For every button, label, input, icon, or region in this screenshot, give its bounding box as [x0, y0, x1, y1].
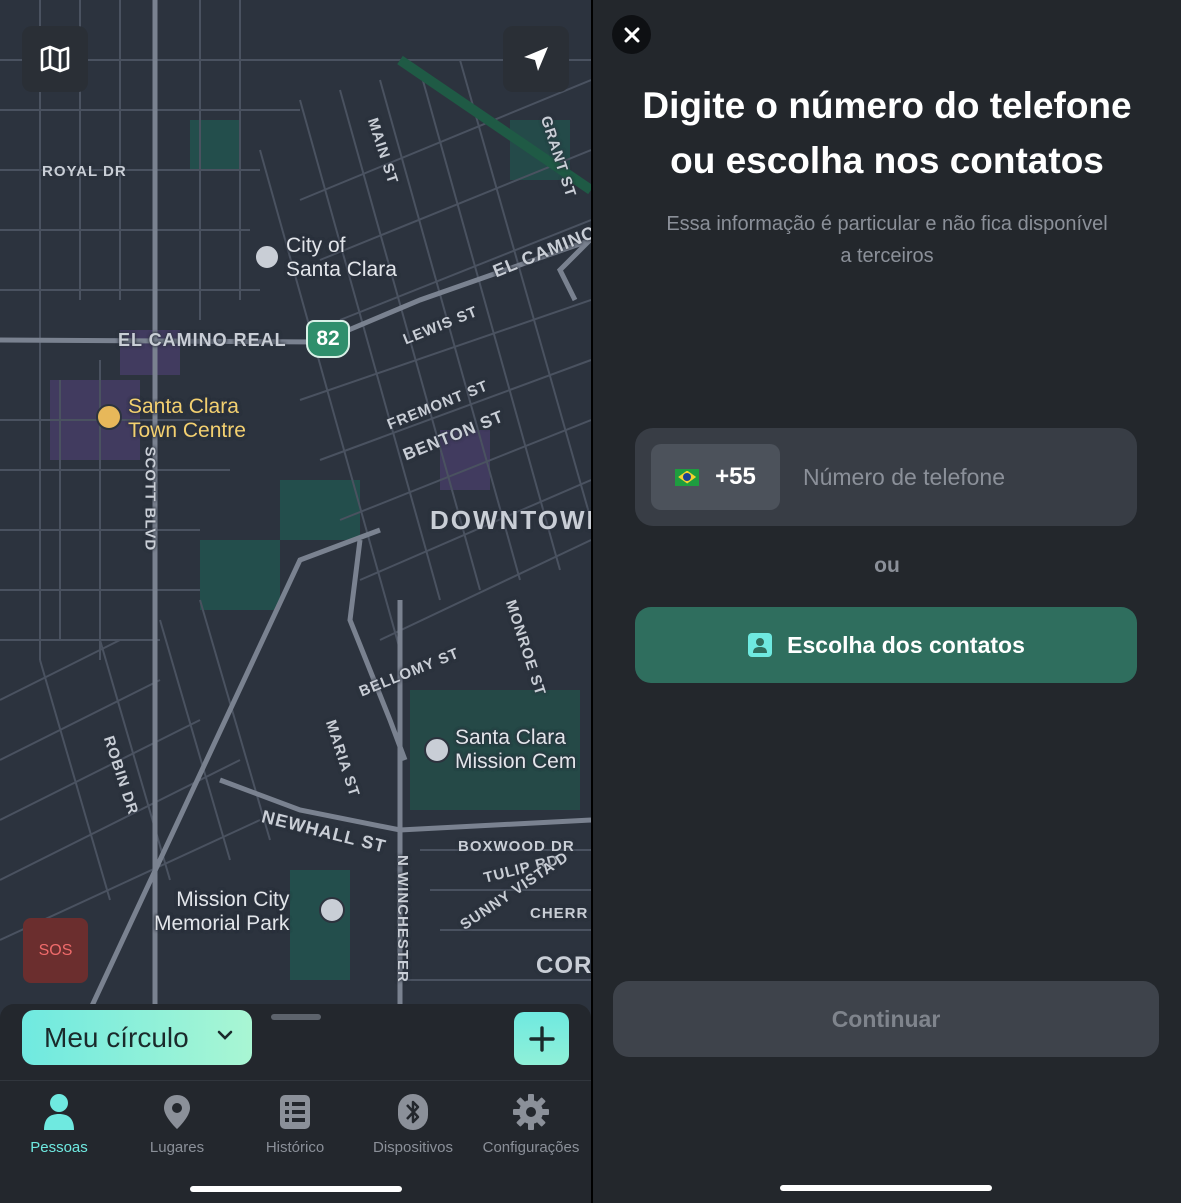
home-indicator [780, 1185, 992, 1191]
poi-santa-clara-mission-cemetery[interactable]: Santa Clara Mission Cem [455, 726, 576, 774]
tab-label: Dispositivos [372, 1139, 454, 1156]
poi-name-line: Memorial Park [154, 912, 290, 935]
sos-button[interactable]: SOS [23, 918, 88, 983]
list-icon [280, 1095, 310, 1129]
circle-selector-button[interactable]: Meu círculo [22, 1010, 252, 1065]
choose-contacts-button[interactable]: Escolha dos contatos [635, 607, 1137, 683]
add-contact-dialog: Digite o número do telefone ou escolha n… [593, 0, 1181, 1203]
dialog-title: Digite o número do telefone ou escolha n… [593, 78, 1181, 188]
contact-card-icon [748, 633, 773, 657]
my-location-button[interactable] [503, 26, 569, 92]
poi-name-line: Town Centre [128, 419, 246, 442]
highway-number: 82 [316, 327, 340, 350]
sos-label: SOS [38, 941, 73, 959]
sheet-drag-handle[interactable] [271, 1014, 321, 1020]
poi-name-line: City of [286, 234, 346, 257]
highway-shield: 82 [306, 320, 350, 358]
street-label: N WINCHESTER [394, 855, 411, 983]
plus-icon [528, 1025, 555, 1052]
dialog-subtitle-line: a terceiros [840, 245, 934, 267]
map-screen: ROYAL DR MAIN ST GRANT ST EL CAMINO LEWI… [0, 0, 591, 1203]
dialog-subtitle: Essa informação é particular e não fica … [633, 208, 1141, 272]
street-label: CHERR [530, 905, 589, 922]
poi-name-line: Santa Clara [128, 395, 239, 418]
choose-contacts-label: Escolha dos contatos [787, 631, 1025, 658]
poi-mission-city-memorial-park[interactable]: Mission City Memorial Park [154, 888, 289, 936]
tab-historico[interactable]: Histórico [236, 1091, 354, 1156]
tab-label: Lugares [149, 1139, 205, 1156]
phone-number-input[interactable] [801, 456, 1125, 498]
street-label: EL CAMINO REAL [118, 330, 287, 350]
tab-configuracoes[interactable]: Configurações [472, 1091, 590, 1156]
phone-field-container: +55 [635, 428, 1137, 526]
city-hall-icon[interactable] [254, 244, 280, 270]
street-label: DOWNTOWN [430, 505, 591, 535]
continue-label: Continuar [831, 1005, 941, 1032]
street-label: SCOTT BLVD [141, 446, 159, 552]
tab-dispositivos[interactable]: Dispositivos [354, 1091, 472, 1156]
chevron-down-icon [217, 1030, 233, 1040]
home-indicator [190, 1186, 402, 1192]
tab-label: Histórico [265, 1139, 325, 1156]
tab-label: Pessoas [30, 1139, 88, 1156]
circle-sheet: Meu círculo [0, 1004, 591, 1080]
country-code: +55 [715, 463, 756, 490]
person-icon [44, 1094, 74, 1130]
poi-santa-clara-town-centre[interactable]: Santa Clara Town Centre [128, 395, 246, 443]
dialog-title-line: Digite o número do telefone [642, 85, 1132, 126]
poi-name-line: Santa Clara [455, 726, 566, 749]
close-icon [624, 27, 639, 42]
dialog-title-line: ou escolha nos contatos [670, 140, 1104, 181]
tab-label: Configurações [482, 1139, 580, 1156]
tab-lugares[interactable]: Lugares [118, 1091, 236, 1156]
bluetooth-icon [398, 1094, 428, 1130]
dialog-subtitle-line: Essa informação é particular e não fica … [666, 213, 1108, 235]
circle-selector-label: Meu círculo [44, 1021, 189, 1053]
close-button[interactable] [612, 15, 651, 54]
brazil-flag-icon [675, 468, 700, 486]
poi-name-line: Mission City [176, 888, 290, 911]
poi-name-line: Mission Cem [455, 750, 577, 773]
cemetery-icon[interactable] [319, 897, 345, 923]
street-label: CORY [536, 952, 591, 979]
tab-bar: Pessoas Lugares Histórico Dispositivos C… [0, 1080, 591, 1203]
map-view[interactable]: ROYAL DR MAIN ST GRANT ST EL CAMINO LEWI… [0, 0, 591, 1010]
continue-button[interactable]: Continuar [613, 981, 1159, 1057]
poi-city-of-santa-clara[interactable]: City of Santa Clara [286, 234, 397, 282]
add-member-button[interactable] [514, 1012, 569, 1065]
cemetery-icon[interactable] [424, 737, 450, 763]
poi-name-line: Santa Clara [286, 258, 397, 281]
or-separator: ou [874, 554, 900, 577]
country-code-selector[interactable]: +55 [651, 444, 780, 510]
tab-pessoas[interactable]: Pessoas [0, 1091, 118, 1156]
navigation-arrow-icon [524, 47, 548, 71]
gear-icon [513, 1094, 549, 1130]
street-label: ROYAL DR [42, 163, 127, 180]
location-pin-icon [164, 1095, 190, 1129]
map-type-button[interactable] [22, 26, 88, 92]
map-icon [40, 45, 70, 73]
shopping-bag-icon[interactable] [96, 404, 122, 430]
